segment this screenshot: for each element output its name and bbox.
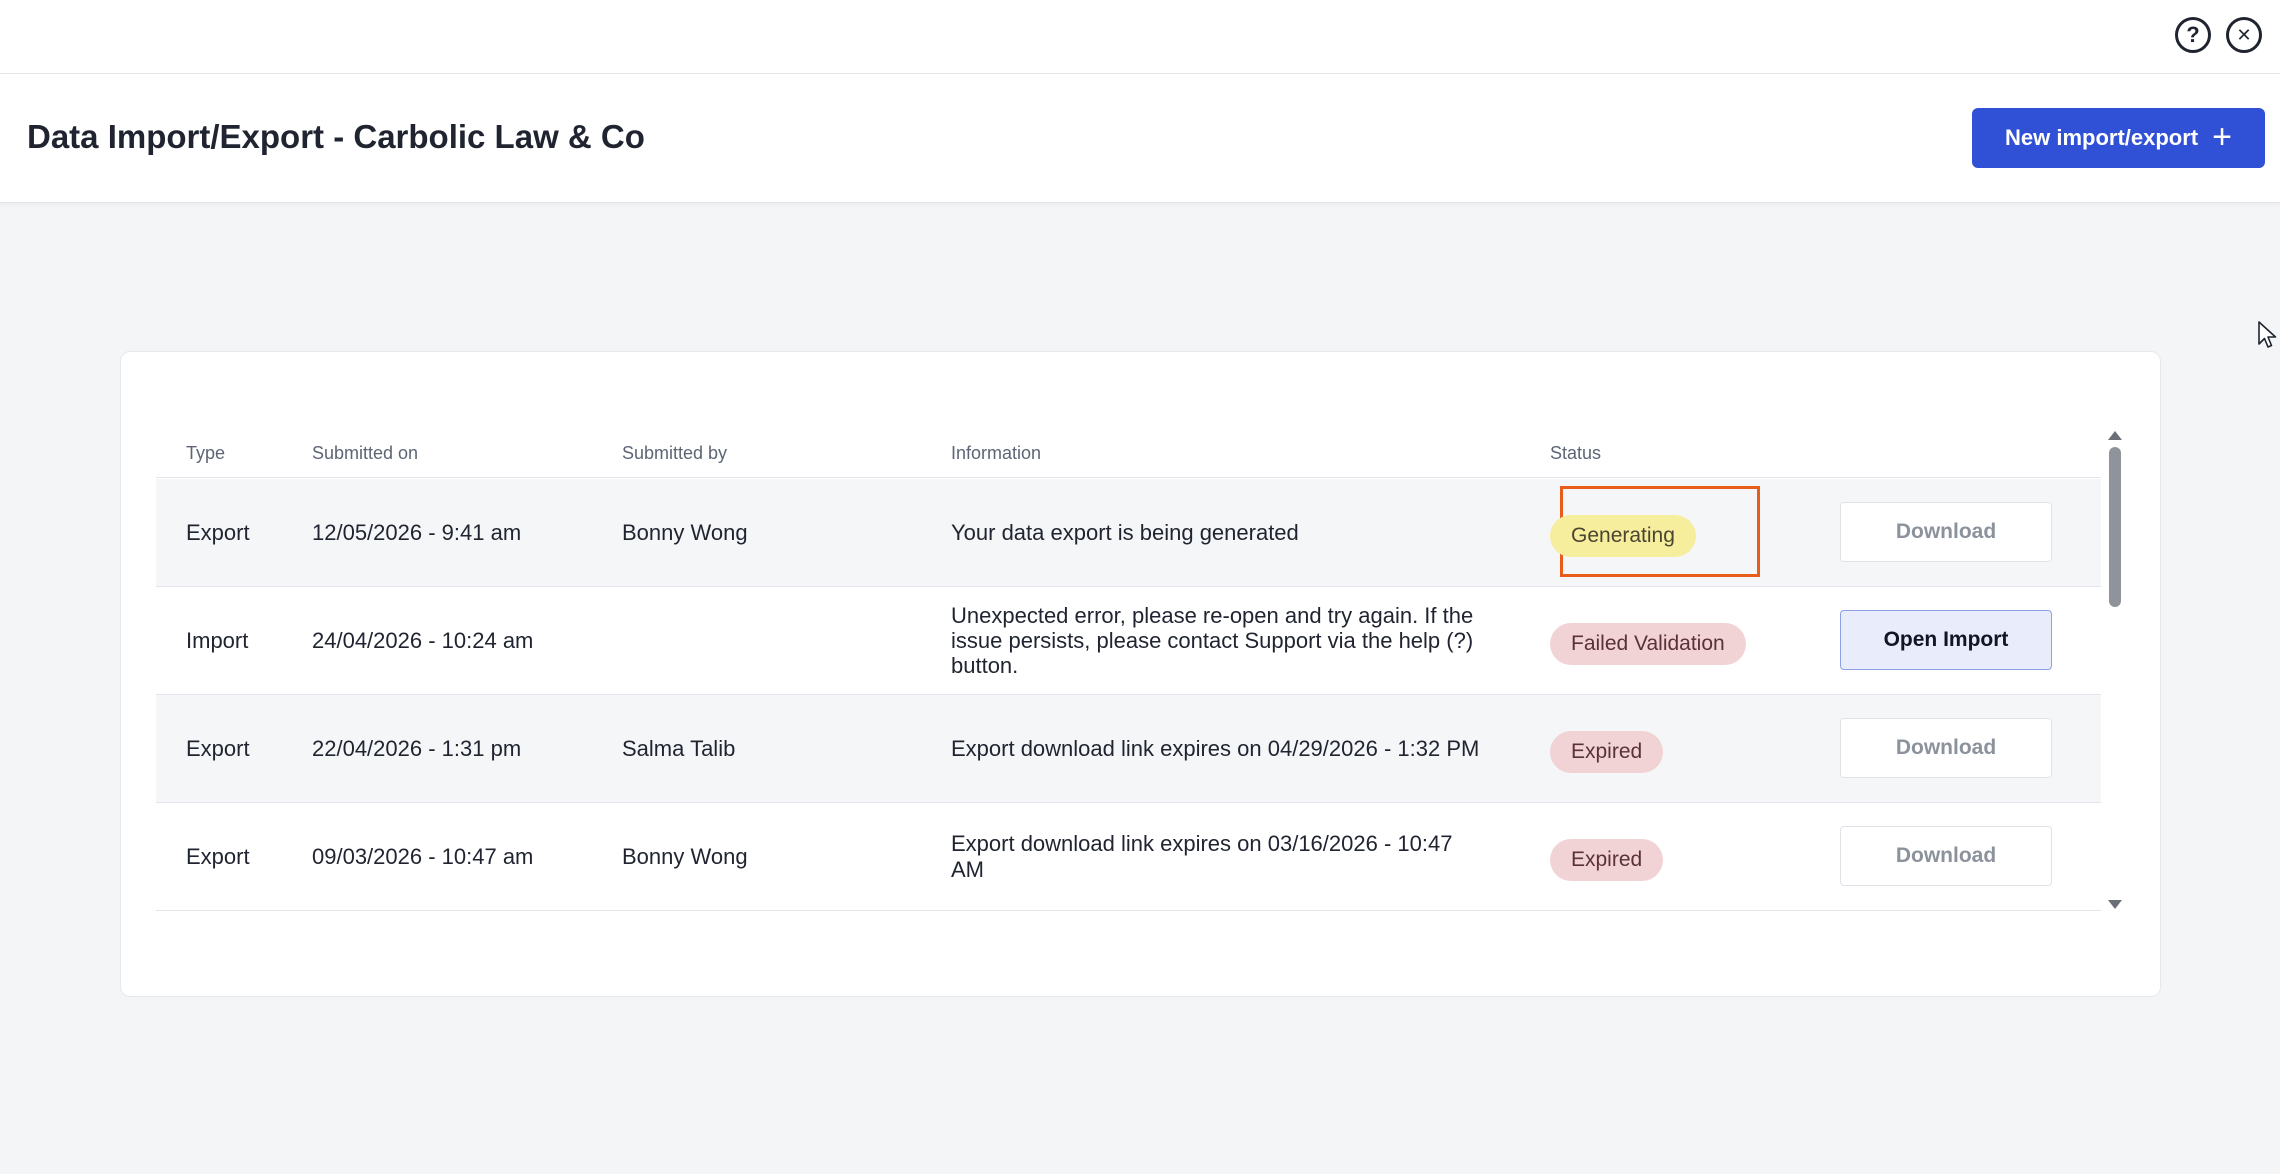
table-row: Export 12/05/2026 - 9:41 am Bonny Wong Y…	[156, 479, 2101, 587]
cell-information: Export download link expires on 04/29/20…	[951, 735, 1480, 761]
open-import-button[interactable]: Open Import	[1840, 610, 2052, 670]
cell-submitted-on: 12/05/2026 - 9:41 am	[312, 519, 522, 545]
new-import-export-label: New import/export	[2005, 125, 2199, 150]
column-header-information: Information	[951, 443, 1042, 463]
page-header: Data Import/Export - Carbolic Law & Co N…	[0, 74, 2280, 203]
download-button[interactable]: Download	[1840, 826, 2052, 886]
table-row: Export 09/03/2026 - 10:47 am Bonny Wong …	[156, 803, 2101, 911]
cell-submitted-by: Salma Talib	[622, 735, 736, 761]
top-bar: ? ✕	[0, 0, 2280, 74]
status-badge-expired: Expired	[1550, 731, 1664, 773]
table-scrollbar[interactable]	[2105, 431, 2123, 909]
help-icon[interactable]: ?	[2175, 17, 2211, 53]
cell-type: Export	[186, 519, 250, 545]
scroll-up-arrow-icon[interactable]	[2108, 431, 2122, 440]
import-export-card: Type Submitted on Submitted by Informati…	[120, 351, 2161, 997]
cell-information: Unexpected error, please re-open and try…	[951, 602, 1474, 679]
column-header-status: Status	[1550, 443, 1602, 463]
cell-type: Import	[186, 627, 249, 653]
mouse-cursor-icon	[2258, 321, 2277, 348]
plus-icon: +	[2212, 117, 2232, 156]
close-icon[interactable]: ✕	[2226, 17, 2262, 53]
cell-submitted-on: 09/03/2026 - 10:47 am	[312, 843, 534, 869]
download-button[interactable]: Download	[1840, 718, 2052, 778]
table-row: Export 22/04/2026 - 1:31 pm Salma Talib …	[156, 695, 2101, 803]
status-badge-failed-validation: Failed Validation	[1550, 623, 1746, 665]
cell-information: Your data export is being generated	[951, 519, 1299, 545]
cell-submitted-by: Bonny Wong	[622, 519, 748, 545]
scroll-thumb[interactable]	[2109, 447, 2121, 607]
download-button[interactable]: Download	[1840, 502, 2052, 562]
column-header-submitted-by: Submitted by	[622, 443, 728, 463]
status-badge-generating: Generating	[1550, 515, 1696, 557]
scroll-down-arrow-icon[interactable]	[2108, 900, 2122, 909]
import-export-table[interactable]: Type Submitted on Submitted by Informati…	[156, 426, 2101, 913]
help-icon-glyph: ?	[2186, 22, 2200, 47]
close-icon-glyph: ✕	[2236, 24, 2252, 45]
cell-type: Export	[186, 843, 250, 869]
column-header-submitted-on: Submitted on	[312, 443, 419, 463]
table-header: Type Submitted on Submitted by Informati…	[156, 426, 2101, 478]
new-import-export-button[interactable]: New import/export +	[1972, 108, 2265, 168]
cell-submitted-on: 24/04/2026 - 10:24 am	[312, 627, 534, 653]
page-title: Data Import/Export - Carbolic Law & Co	[27, 118, 645, 155]
cell-submitted-by: Bonny Wong	[622, 843, 748, 869]
table-row: Import 24/04/2026 - 10:24 am Unexpected …	[156, 587, 2101, 695]
status-badge-expired: Expired	[1550, 839, 1664, 881]
cell-submitted-on: 22/04/2026 - 1:31 pm	[312, 735, 522, 761]
cell-type: Export	[186, 735, 250, 761]
cell-information: Export download link expires on 03/16/20…	[951, 831, 1453, 882]
column-header-type: Type	[186, 443, 226, 463]
